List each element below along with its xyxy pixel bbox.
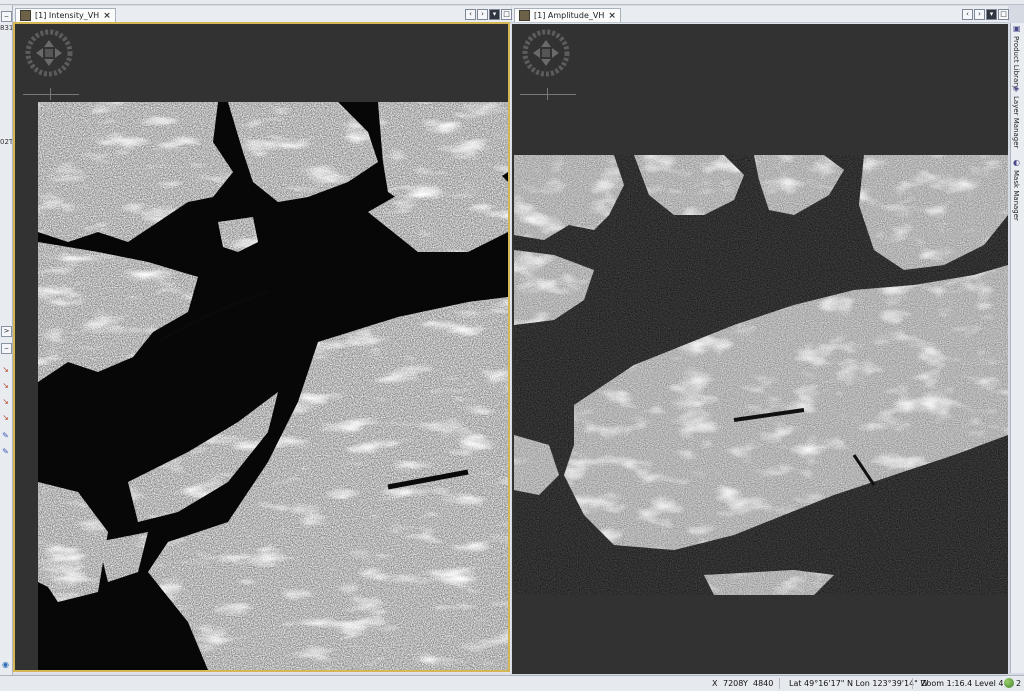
pixel-y-value: 4840 — [753, 679, 774, 688]
world-map-icon[interactable] — [1004, 678, 1014, 688]
world-map-count: 2 — [1016, 679, 1022, 688]
close-tab-icon[interactable]: × — [103, 11, 111, 21]
tool-icon-3[interactable]: ↘ — [1, 397, 10, 406]
product-library-tab[interactable]: ▣ Product Library — [1011, 24, 1024, 90]
zoom-level-readout: Zoom 1:16.4 Level 4 — [921, 679, 1004, 688]
expand-arrow-button[interactable]: > — [1, 326, 12, 337]
maximize-view-button[interactable]: □ — [998, 9, 1009, 20]
next-view-button[interactable]: › — [974, 9, 985, 20]
library-icon: ▣ — [1013, 24, 1021, 33]
navigation-pan-widget[interactable] — [25, 29, 73, 77]
tab-amplitude-vh[interactable]: [1] Amplitude_VH × — [514, 8, 621, 22]
view-menu-button[interactable]: ▾ — [986, 9, 997, 20]
tool-icon-1[interactable]: ↘ — [1, 365, 10, 374]
image-view-amplitude: [1] Amplitude_VH × ‹ › ▾ □ — [512, 6, 1009, 674]
image-band-icon — [20, 10, 31, 21]
left-panel-edge: ‒ 831 02T > ‒ ↘ ↘ ↘ ↘ ✎ ✎ ◉ — [0, 5, 13, 675]
sar-image-amplitude — [514, 155, 1008, 595]
status-divider — [779, 678, 780, 689]
maximize-view-button[interactable]: □ — [501, 9, 512, 20]
status-divider — [912, 678, 913, 689]
next-view-button[interactable]: › — [477, 9, 488, 20]
close-tab-icon[interactable]: × — [608, 11, 616, 21]
tab-intensity-vh[interactable]: [1] Intensity_VH × — [15, 8, 116, 22]
previous-view-button[interactable]: ‹ — [962, 9, 973, 20]
sidebar-item-label: Layer Manager — [1012, 96, 1020, 149]
zoom-scale-bar[interactable] — [520, 88, 576, 100]
tab-label: [1] Intensity_VH — [35, 11, 100, 20]
left-panel-snippet-1: 831 — [0, 24, 12, 32]
geo-position-readout: Lat 49°16'17" N Lon 123°39'14" W — [789, 679, 929, 688]
tool-icon-2[interactable]: ↘ — [1, 381, 10, 390]
sidebar-item-label: Mask Manager — [1012, 170, 1020, 221]
info-icon[interactable]: ◉ — [1, 660, 10, 669]
image-view-intensity: [1] Intensity_VH × ‹ › ▾ □ — [13, 6, 512, 674]
sar-image-intensity — [38, 102, 508, 670]
sidebar-item-label: Product Library — [1012, 36, 1020, 90]
zoom-scale-bar[interactable] — [23, 88, 79, 100]
mask-manager-tab[interactable]: ◐ Mask Manager — [1011, 159, 1024, 229]
pixel-y-label: Y — [743, 679, 748, 688]
image-band-icon — [519, 10, 530, 21]
previous-view-button[interactable]: ‹ — [465, 9, 476, 20]
view-tab-bar: [1] Amplitude_VH × ‹ › ▾ □ — [512, 6, 1009, 23]
image-canvas-intensity[interactable] — [13, 22, 510, 672]
tool-icon-5[interactable]: ✎ — [1, 431, 10, 440]
pixel-x-value: 7208 — [723, 679, 744, 688]
image-canvas-amplitude[interactable] — [512, 24, 1008, 674]
left-panel-snippet-2: 02T — [0, 138, 12, 146]
navigation-pan-widget[interactable] — [522, 29, 570, 77]
view-window-controls: ‹ › ▾ □ — [465, 9, 512, 20]
pixel-x-label: X — [712, 679, 718, 688]
tab-label: [1] Amplitude_VH — [534, 11, 605, 20]
tool-icon-4[interactable]: ↘ — [1, 413, 10, 422]
right-tool-sidebar: ▣ Product Library ◈ Layer Manager ◐ Mask… — [1010, 23, 1024, 673]
status-bar: X 7208 Y 4840 Lat 49°16'17" N Lon 123°39… — [0, 675, 1024, 691]
tool-icon-6[interactable]: ✎ — [1, 447, 10, 456]
collapse-button[interactable]: ‒ — [1, 11, 12, 22]
view-tab-bar: [1] Intensity_VH × ‹ › ▾ □ — [13, 6, 512, 23]
mask-icon: ◐ — [1013, 158, 1020, 167]
layer-manager-tab[interactable]: ◈ Layer Manager — [1011, 85, 1024, 155]
top-toolbar-strip — [0, 0, 1024, 5]
panel-collapse-button[interactable]: ‒ — [1, 343, 12, 354]
view-window-controls: ‹ › ▾ □ — [962, 9, 1009, 20]
layers-icon: ◈ — [1013, 84, 1020, 93]
view-menu-button[interactable]: ▾ — [489, 9, 500, 20]
